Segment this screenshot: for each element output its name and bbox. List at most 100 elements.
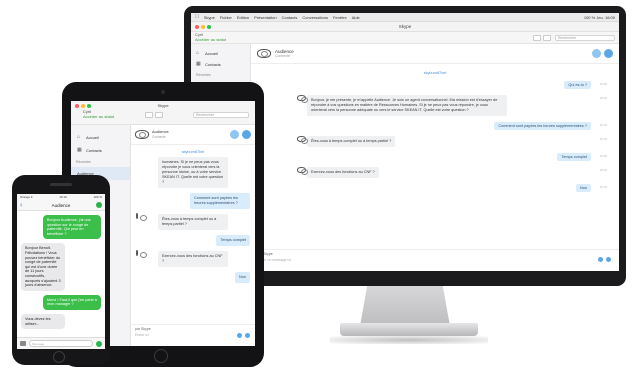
timestamp: 16:00	[599, 168, 607, 172]
home-button[interactable]	[154, 349, 168, 363]
outgoing-message: Bonjour Audience, j'ai une question sur …	[43, 215, 101, 240]
bot-logo-icon	[135, 130, 149, 139]
chat-contact-status: Connecté	[152, 134, 166, 139]
message-input[interactable]: Entrer un message ici	[257, 258, 613, 262]
user-status[interactable]: Accéder au statut	[195, 37, 226, 43]
message-text: humaines. Si je ne peux pas vous répondr…	[162, 160, 223, 184]
incoming-message: Bonjour, je me présente, je m'appelle Au…	[307, 95, 507, 116]
dial-button[interactable]	[155, 112, 163, 118]
incoming-message: Exercez-vous des fonctions au CNF ?	[136, 250, 228, 267]
clock: 16:10	[59, 195, 67, 199]
video-call-icon[interactable]	[592, 49, 601, 58]
menu-item[interactable]: Fenêtre	[333, 15, 347, 20]
menu-item[interactable]: Conversations	[302, 15, 328, 20]
bot-logo-icon	[297, 167, 308, 175]
user-profile[interactable]: Cyril Accéder au statut	[83, 109, 114, 120]
audio-call-icon[interactable]	[604, 49, 613, 58]
message-row: Temps complet 16:00	[259, 153, 611, 161]
sidebar-item-contacts[interactable]: ▦ Contacts	[191, 59, 250, 70]
ipad-titlebar: Skype Cyril Accéder au statut Rechercher	[71, 101, 255, 125]
outgoing-message: Qui es-tu ?	[564, 81, 591, 89]
compose-label: par Skype	[257, 252, 273, 256]
sidebar-item-label: Contacts	[86, 148, 102, 153]
home-button[interactable]	[53, 351, 65, 363]
bot-avatar	[136, 250, 138, 256]
contacts-icon: ▦	[196, 61, 201, 67]
send-icon[interactable]	[245, 333, 250, 338]
imac-shadow	[330, 336, 488, 344]
dial-button[interactable]	[543, 34, 551, 41]
message-row: Qui es-tu ? 16:00	[259, 81, 611, 89]
chat-contact[interactable]: Audience Connecté	[275, 49, 294, 59]
compose-actions	[598, 257, 611, 262]
audio-call-icon[interactable]	[242, 130, 251, 139]
sidebar-item-label: Accueil	[205, 51, 218, 56]
chat-contact[interactable]: Audience Connecté	[152, 129, 169, 139]
nav-bar: ‹ Audience	[17, 200, 105, 211]
system-label: skyburn67bel	[181, 150, 205, 154]
new-chat-button[interactable]	[533, 34, 541, 41]
message-row: Êtes-vous à temps complet ou à temps par…	[259, 136, 611, 147]
emoji-icon[interactable]	[598, 257, 603, 262]
compose-bar: Message	[17, 337, 105, 349]
menu-item[interactable]: Skype	[204, 15, 215, 20]
send-icon[interactable]	[96, 340, 102, 347]
message-text: Êtes-vous à temps complet ou à temps par…	[162, 217, 217, 226]
video-call-icon[interactable]	[230, 130, 239, 139]
chat-contact-name: Audience	[275, 48, 294, 54]
chat-contact-status: Connecté	[275, 53, 290, 58]
user-profile[interactable]: Cyril Accéder au statut	[195, 32, 226, 43]
sidebar-item-contacts[interactable]: ▦ Contacts	[71, 144, 130, 157]
outgoing-message: Non	[235, 272, 250, 283]
sidebar-item-home[interactable]: ⌂ Accueil	[191, 48, 250, 59]
bot-logo-icon	[297, 136, 308, 144]
chat-panel: Audience Connecté skyburn67bel humaines.…	[131, 125, 255, 346]
outgoing-message: Temps complet	[557, 153, 591, 161]
outgoing-message: Merci ! Faut-il que j'en parle à mon man…	[43, 294, 101, 310]
incoming-message: humaines. Si je ne peux pas vous répondr…	[158, 157, 228, 188]
mac-toolbar: Cyril Accéder au statut Rechercher	[191, 32, 619, 44]
menu-item[interactable]: Présentation	[254, 15, 276, 20]
message-input[interactable]: Entrer ici	[135, 333, 251, 337]
menu-item[interactable]: Aide	[352, 15, 360, 20]
menu-item[interactable]: Édition	[237, 15, 249, 20]
call-buttons	[230, 130, 251, 139]
send-icon[interactable]	[606, 257, 611, 262]
incoming-message: Êtes-vous à temps complet ou à temps par…	[307, 136, 396, 147]
search-input[interactable]: Rechercher	[193, 112, 249, 118]
message-text: Exercez-vous des fonctions au CNF ?	[162, 254, 223, 263]
iphone-screen: Orange F 16:10 100 % ‹ Audience Bonjour …	[17, 194, 105, 349]
toolbar-buttons	[145, 112, 163, 118]
chat-header: Audience Connecté	[131, 125, 255, 145]
apple-icon[interactable]: 	[195, 14, 199, 20]
compose-actions	[237, 333, 250, 338]
menu-item[interactable]: Contacts	[282, 15, 298, 20]
carrier: Orange F	[20, 195, 33, 199]
outgoing-message: Non	[576, 184, 591, 192]
message-row: Exercez-vous des fonctions au CNF ? 16:0…	[259, 167, 611, 178]
message-input[interactable]: Message	[29, 340, 93, 347]
outgoing-message: Comment sont payées les heures supplémen…	[190, 193, 250, 209]
new-chat-button[interactable]	[145, 112, 153, 118]
imac-base	[340, 323, 478, 336]
incoming-message: Bonjour Benoît. Félicitations ! Vous pou…	[21, 243, 65, 291]
toolbar-buttons	[533, 34, 551, 41]
speaker-icon	[50, 183, 72, 186]
message-list: skyburn67bel humaines. Si je ne peux pas…	[131, 146, 255, 324]
camera-icon[interactable]	[20, 341, 26, 346]
camera-icon	[161, 90, 165, 94]
sidebar-item-home[interactable]: ⌂ Accueil	[71, 131, 130, 144]
emoji-icon[interactable]	[237, 333, 242, 338]
chat-title: Audience	[51, 202, 71, 208]
sidebar-section-recent: Récentes	[196, 73, 211, 77]
user-status[interactable]: Accéder au statut	[83, 114, 114, 120]
bot-avatar	[297, 167, 308, 176]
incoming-message: Êtes-vous à temps complet ou à temps par…	[136, 213, 228, 230]
chat-contact-name: Audience	[152, 129, 169, 134]
chat-header: Audience Connecté	[251, 44, 619, 64]
bot-avatar	[136, 213, 138, 219]
menu-item[interactable]: Fichier	[220, 15, 232, 20]
bot-logo-icon	[257, 49, 271, 58]
call-buttons	[592, 49, 613, 58]
search-input[interactable]: Rechercher	[555, 34, 615, 41]
